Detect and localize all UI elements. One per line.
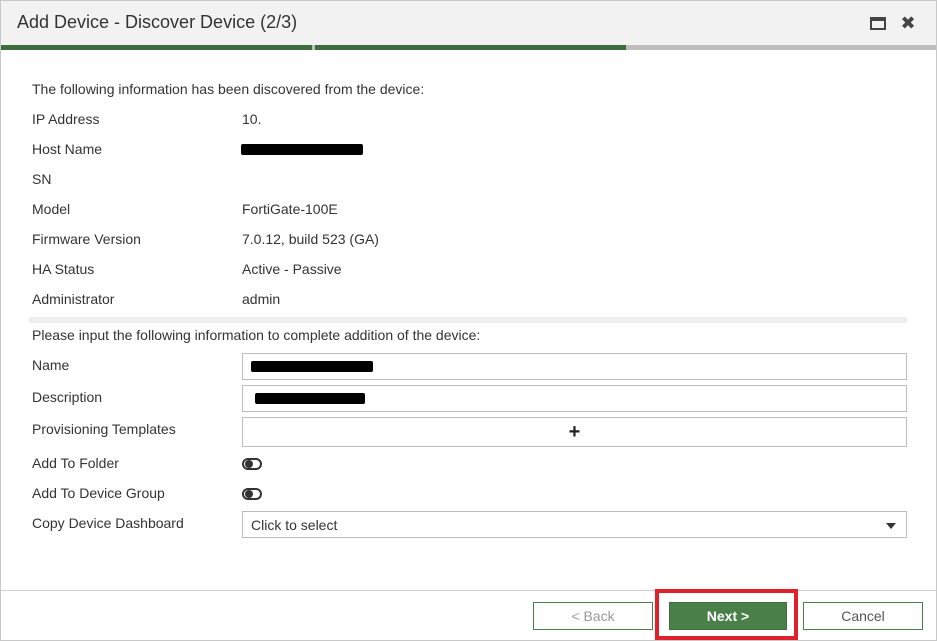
- description-input-redacted: [255, 393, 365, 404]
- model-label: Model: [32, 201, 71, 217]
- progress-step-1: [1, 45, 312, 50]
- model-value: FortiGate-100E: [242, 201, 338, 217]
- dialog-titlebar: Add Device - Discover Device (2/3) ✖: [1, 1, 936, 45]
- next-button[interactable]: Next >: [669, 602, 787, 630]
- description-input[interactable]: [242, 385, 907, 412]
- close-icon[interactable]: ✖: [899, 14, 917, 32]
- ip-address-value: 10.: [242, 111, 262, 127]
- progress-step-2: [315, 45, 626, 50]
- copy-device-dashboard-placeholder: Click to select: [251, 517, 338, 533]
- copy-device-dashboard-label: Copy Device Dashboard: [32, 515, 184, 531]
- form-intro: Please input the following information t…: [32, 327, 481, 343]
- sn-label: SN: [32, 171, 52, 187]
- copy-device-dashboard-select[interactable]: Click to select: [242, 511, 907, 538]
- section-divider: [29, 317, 907, 323]
- footer-divider: [1, 590, 936, 591]
- cancel-button[interactable]: Cancel: [803, 602, 923, 630]
- add-to-device-group-label: Add To Device Group: [32, 485, 165, 501]
- dialog-title: Add Device - Discover Device (2/3): [17, 12, 298, 32]
- add-provisioning-template-button[interactable]: +: [242, 417, 907, 447]
- add-to-folder-label: Add To Folder: [32, 455, 119, 471]
- host-name-label: Host Name: [32, 141, 103, 157]
- name-label: Name: [32, 357, 70, 373]
- firmware-version-label: Firmware Version: [32, 231, 141, 247]
- administrator-label: Administrator: [32, 291, 115, 307]
- add-to-device-group-toggle[interactable]: [242, 488, 262, 500]
- ha-status-label: HA Status: [32, 261, 95, 277]
- description-label: Description: [32, 389, 103, 405]
- wizard-progress-bar: [1, 45, 936, 50]
- firmware-version-value: 7.0.12, build 523 (GA): [242, 231, 379, 247]
- maximize-icon[interactable]: [869, 15, 887, 31]
- provisioning-templates-label: Provisioning Templates: [32, 421, 176, 437]
- administrator-value: admin: [242, 291, 281, 307]
- name-input-redacted: [251, 361, 373, 372]
- host-name-redacted: [241, 144, 363, 155]
- ip-address-label: IP Address: [32, 111, 100, 127]
- back-button[interactable]: < Back: [533, 602, 653, 630]
- add-device-dialog: Add Device - Discover Device (2/3) ✖ The…: [0, 0, 937, 641]
- add-to-folder-toggle[interactable]: [242, 458, 262, 470]
- chevron-down-icon: [886, 523, 896, 529]
- ha-status-value: Active - Passive: [242, 261, 342, 277]
- discovered-intro: The following information has been disco…: [32, 81, 425, 97]
- name-input[interactable]: [242, 353, 907, 380]
- plus-icon: +: [568, 421, 581, 443]
